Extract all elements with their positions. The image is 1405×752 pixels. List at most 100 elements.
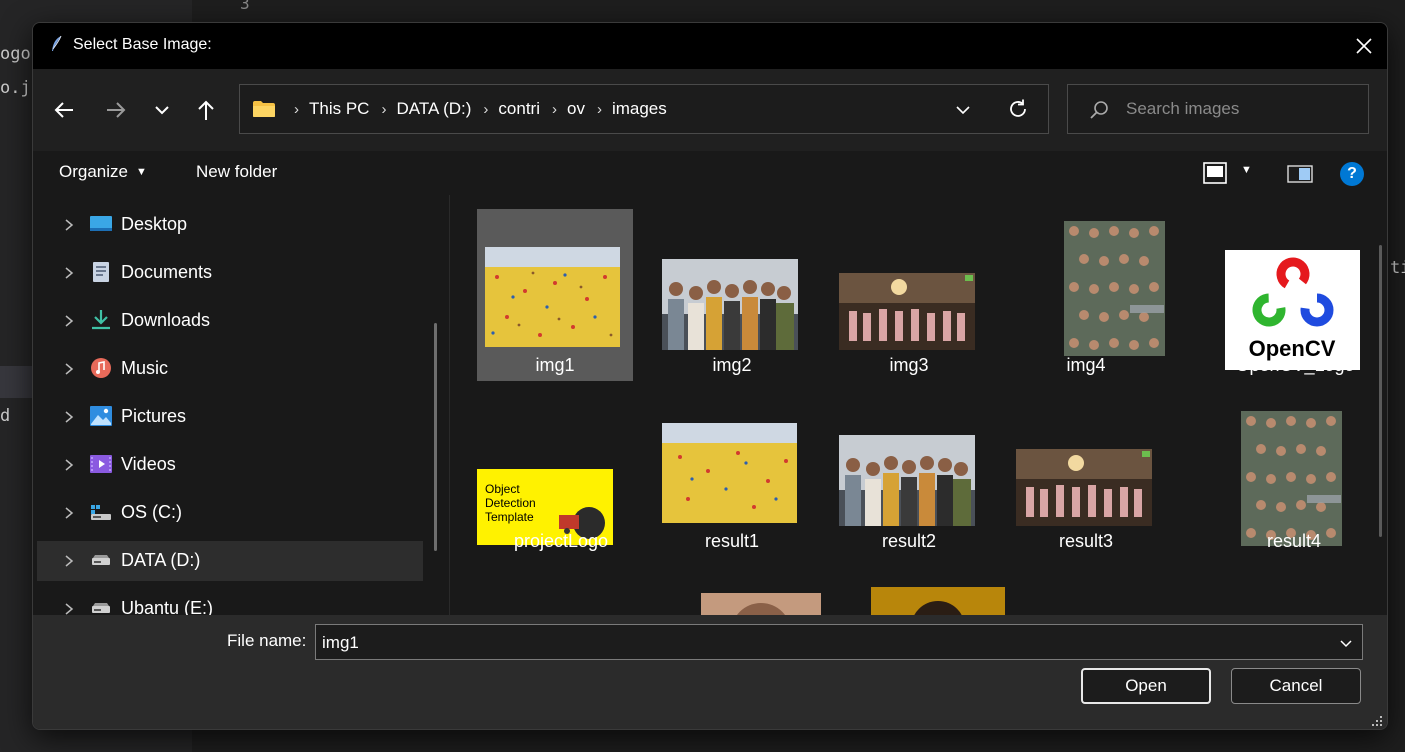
file-name-label: File name: xyxy=(227,631,307,650)
sidebar-item-label: Videos xyxy=(121,454,176,474)
sidebar-item-desktop[interactable]: Desktop xyxy=(37,205,423,245)
drive-c-icon xyxy=(91,505,111,520)
project-logo-text-line: Template xyxy=(485,510,534,524)
file-item-img2[interactable]: img2 xyxy=(654,209,810,381)
change-view-button[interactable]: ▼ xyxy=(1203,162,1259,186)
sidebar-item-label: Desktop xyxy=(121,214,188,234)
feather-icon xyxy=(52,35,62,51)
caret-down-icon: ▼ xyxy=(1241,164,1252,176)
breadcrumb-data-drive[interactable]: DATA (D:) xyxy=(396,99,471,119)
background-text-fragment: d xyxy=(0,406,11,426)
address-bar[interactable]: › This PC › DATA (D:) › contri › ov › im… xyxy=(239,84,1049,134)
file-name: img4 xyxy=(1066,355,1106,375)
forward-button[interactable] xyxy=(101,95,131,125)
resize-grip-icon[interactable] xyxy=(1371,715,1383,727)
image-thumbnail xyxy=(839,273,975,350)
image-thumbnail-partial[interactable] xyxy=(701,593,821,615)
cancel-button[interactable]: Cancel xyxy=(1231,668,1361,704)
caret-down-icon: ▼ xyxy=(135,166,147,178)
pictures-icon xyxy=(90,406,112,426)
file-list: img1 img2 img3 img4 OpenCV OpenCV_Logo O… xyxy=(455,195,1385,615)
chevron-right-icon xyxy=(65,267,74,279)
file-name: projectLogo xyxy=(513,531,609,551)
preview-pane-icon[interactable] xyxy=(1287,165,1313,183)
address-dropdown-icon[interactable] xyxy=(952,99,974,121)
project-logo-text-line: Detection xyxy=(485,496,536,510)
file-item-result1[interactable]: result1 xyxy=(654,385,810,557)
breadcrumb: › This PC › DATA (D:) › contri › ov › im… xyxy=(282,85,667,133)
sidebar-item-videos[interactable]: Videos xyxy=(37,445,423,485)
back-button[interactable] xyxy=(49,95,79,125)
file-item-projectlogo[interactable]: Object Detection Template projectLogo xyxy=(477,385,663,557)
breadcrumb-images[interactable]: images xyxy=(612,99,667,119)
refresh-icon[interactable] xyxy=(1006,97,1030,121)
downloads-icon xyxy=(92,310,110,330)
documents-icon xyxy=(93,262,109,282)
file-item-opencv-logo[interactable]: OpenCV OpenCV_Logo xyxy=(1217,209,1373,381)
chevron-right-icon xyxy=(65,363,74,375)
music-icon xyxy=(91,358,111,378)
sidebar-item-downloads[interactable]: Downloads xyxy=(37,301,423,341)
open-button[interactable]: Open xyxy=(1081,668,1211,704)
content-scrollbar[interactable] xyxy=(1379,245,1382,537)
image-thumbnail xyxy=(1241,411,1342,546)
drive-icon xyxy=(92,555,110,565)
sidebar-item-data-d[interactable]: DATA (D:) xyxy=(37,541,423,581)
breadcrumb-ov[interactable]: ov xyxy=(567,99,585,119)
sidebar-scrollbar[interactable] xyxy=(434,323,437,551)
search-input[interactable] xyxy=(1126,95,1346,123)
desktop-icon xyxy=(90,216,112,231)
sidebar-item-os-c[interactable]: OS (C:) xyxy=(37,493,423,533)
breadcrumb-separator: › xyxy=(551,100,557,118)
arrow-right-icon xyxy=(107,102,126,118)
arrow-up-icon xyxy=(198,100,214,120)
file-open-dialog: Select Base Image: › This PC › DATA (D:)… xyxy=(32,22,1388,730)
file-name-input[interactable]: img1 xyxy=(315,624,1363,660)
sidebar-item-music[interactable]: Music xyxy=(37,349,423,389)
breadcrumb-separator: › xyxy=(294,100,299,118)
image-thumbnail xyxy=(1016,449,1152,526)
arrow-left-icon xyxy=(54,102,73,118)
breadcrumb-contri[interactable]: contri xyxy=(498,99,540,119)
image-thumbnail-partial[interactable] xyxy=(871,587,1005,615)
chevron-right-icon xyxy=(65,219,74,231)
file-name: result3 xyxy=(1058,531,1114,551)
title-bar: Select Base Image: xyxy=(33,23,1387,69)
file-item-img4[interactable]: img4 xyxy=(1008,209,1165,381)
sidebar-item-ubantu-e[interactable]: Ubantu (E:) xyxy=(37,589,423,615)
sidebar-item-pictures[interactable]: Pictures xyxy=(37,397,423,437)
pane-divider[interactable] xyxy=(449,195,450,615)
sidebar-item-label: Ubantu (E:) xyxy=(121,598,214,615)
chevron-right-icon xyxy=(65,555,74,567)
breadcrumb-separator: › xyxy=(381,100,387,118)
up-button[interactable] xyxy=(191,95,221,125)
file-name: img3 xyxy=(889,355,929,375)
project-logo-text-line: Object xyxy=(485,482,520,496)
chevron-right-icon xyxy=(65,459,74,471)
search-icon xyxy=(1090,101,1108,119)
image-thumbnail xyxy=(662,423,797,523)
organize-menu-button[interactable]: Organize ▼ xyxy=(59,162,147,182)
new-folder-button[interactable]: New folder xyxy=(196,162,277,182)
file-item-result4[interactable]: result4 xyxy=(1185,385,1342,557)
command-bar: Organize ▼ New folder ▼ ? xyxy=(33,151,1387,195)
file-item-result3[interactable]: result3 xyxy=(1008,385,1164,557)
file-name: img2 xyxy=(712,355,752,375)
close-button[interactable] xyxy=(1351,33,1377,59)
navigation-pane: Desktop Documents Downloads Music Pictur… xyxy=(33,195,449,615)
search-box[interactable] xyxy=(1067,84,1369,134)
file-name-value: img1 xyxy=(322,633,359,652)
file-item-img3[interactable]: img3 xyxy=(831,209,987,381)
breadcrumb-this-pc[interactable]: This PC xyxy=(309,99,369,119)
sidebar-item-documents[interactable]: Documents xyxy=(37,253,423,293)
file-item-img1[interactable]: img1 xyxy=(477,209,633,381)
help-icon[interactable]: ? xyxy=(1340,162,1364,186)
chevron-down-icon[interactable] xyxy=(1338,635,1354,651)
folder-icon xyxy=(253,101,275,117)
image-thumbnail xyxy=(485,247,620,347)
background-text-fragment: ogo xyxy=(0,44,31,64)
file-item-result2[interactable]: result2 xyxy=(831,385,987,557)
sidebar-item-label: Music xyxy=(121,358,169,378)
view-icon xyxy=(1203,162,1227,184)
recent-locations-button[interactable] xyxy=(147,95,177,125)
